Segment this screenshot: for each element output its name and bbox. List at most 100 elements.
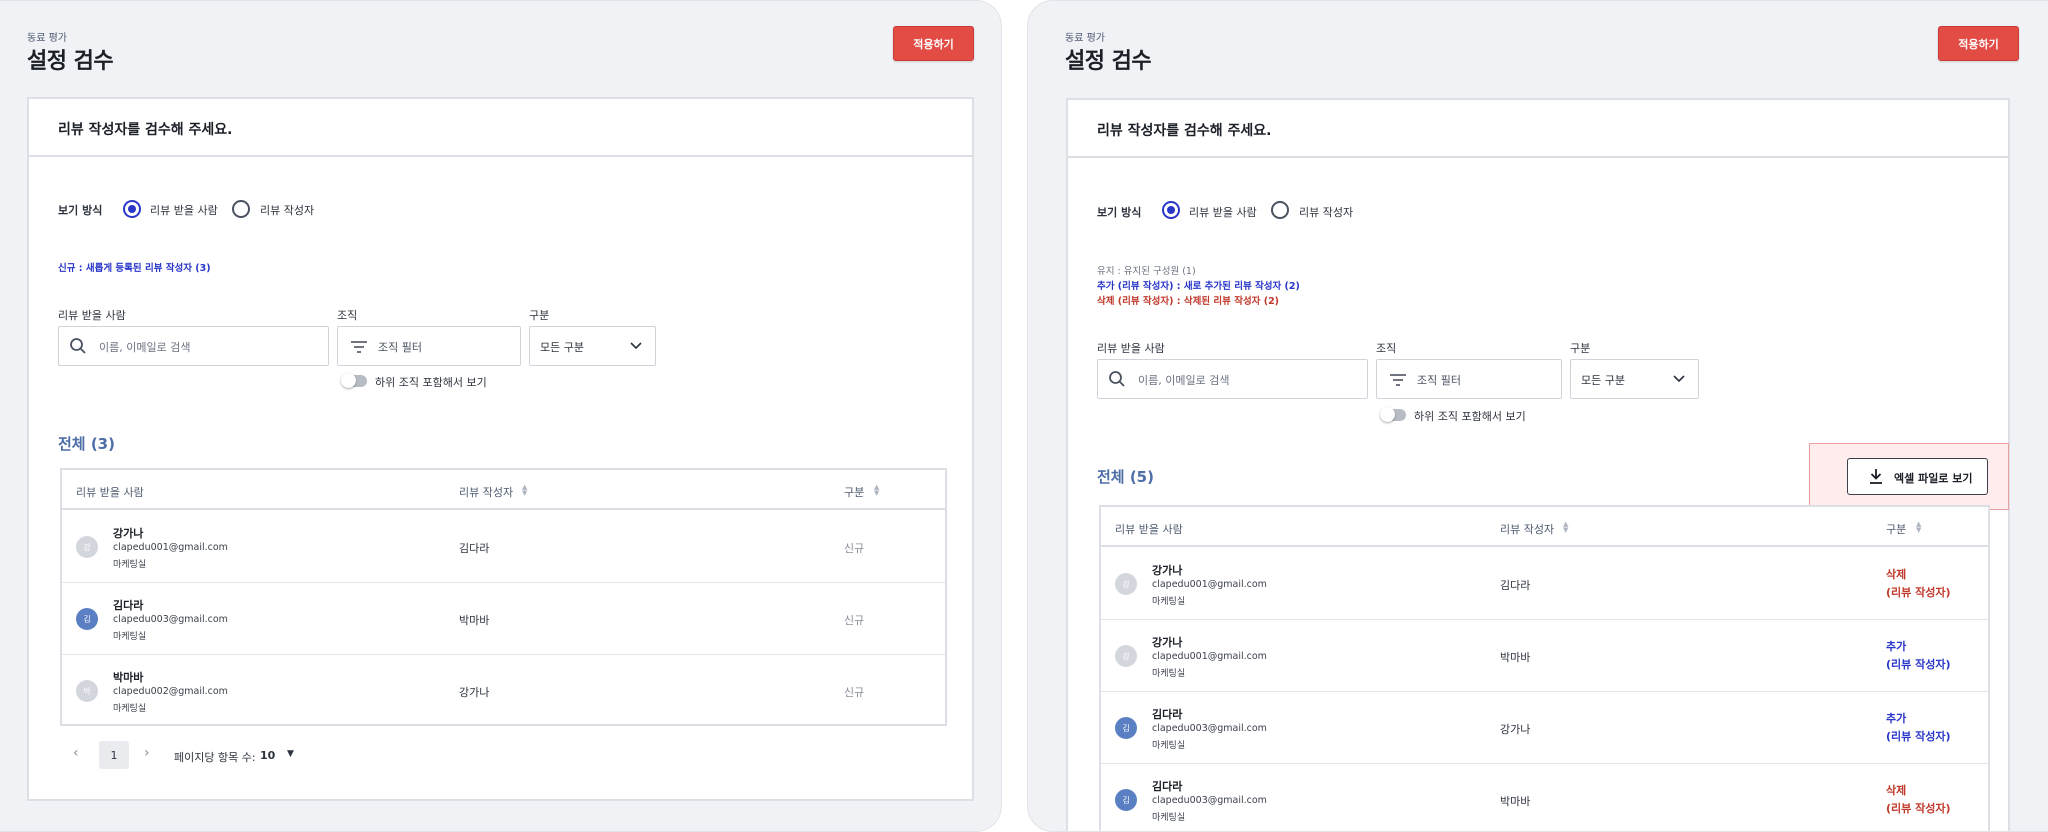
legend-note-add: 추가 (리뷰 작성자) : 새로 추가된 리뷰 작성자 (2) <box>1097 281 1300 292</box>
row-dept: 마케팅실 <box>113 560 147 570</box>
row-name: 강가나 <box>1152 564 1183 577</box>
avatar: 김 <box>76 608 98 630</box>
table-row[interactable]: 강 강가나 clapedu001@gmail.com 마케팅실 김다라 신규 <box>62 511 945 583</box>
sort-icon[interactable]: ▲ ▼ <box>874 484 879 497</box>
page-current[interactable]: 1 <box>99 741 129 769</box>
row-dept: 마케팅실 <box>1152 813 1186 823</box>
type-select-value: 모든 구분 <box>1581 374 1625 387</box>
org-filter[interactable]: 조직 필터 <box>337 326 521 366</box>
filter-type-label: 구분 <box>529 309 550 322</box>
search-placeholder: 이름, 이메일로 검색 <box>1138 374 1230 387</box>
filter-icon <box>1390 374 1406 386</box>
row-email: clapedu002@gmail.com <box>113 686 228 697</box>
search-input[interactable]: 이름, 이메일로 검색 <box>58 326 329 366</box>
radio-writer[interactable] <box>1271 201 1289 219</box>
review-table: 리뷰 받을 사람 리뷰 작성자 ▲ ▼ 구분 ▲ ▼ 강 강가나 clapedu00… <box>60 468 947 726</box>
excel-download-label: 엑셀 파일로 보기 <box>1894 472 1973 485</box>
chevron-down-icon <box>1673 375 1685 383</box>
review-card: 리뷰 작성자를 검수해 주세요. 보기 방식 리뷰 받을 사람 리뷰 작성자 신… <box>27 97 974 801</box>
table-row[interactable]: 박 박마바 clapedu002@gmail.com 마케팅실 강가나 신규 <box>62 655 945 727</box>
radio-writer-label: 리뷰 작성자 <box>1299 206 1354 219</box>
row-type-action: 삭제 <box>1886 784 1907 797</box>
sort-icon[interactable]: ▲ ▼ <box>1563 521 1568 534</box>
row-type: 신규 <box>844 686 865 699</box>
subtree-toggle-label: 하위 조직 포함해서 보기 <box>375 376 487 389</box>
filter-receiver-label: 리뷰 받을 사람 <box>1097 342 1165 355</box>
view-mode-label: 보기 방식 <box>1097 206 1142 219</box>
row-writer: 박마바 <box>1500 795 1531 808</box>
row-type-action: 추가 <box>1886 712 1907 725</box>
col-writer[interactable]: 리뷰 작성자 <box>1500 521 1554 537</box>
col-receiver: 리뷰 받을 사람 <box>1115 523 1183 536</box>
avatar: 강 <box>76 536 98 558</box>
apply-button[interactable]: 적용하기 <box>1938 26 2019 61</box>
row-type: 추가 (리뷰 작성자) <box>1886 638 1950 674</box>
review-table: 리뷰 받을 사람 리뷰 작성자 ▲ ▼ 구분 ▲ ▼ 강 강가나 clapedu00… <box>1099 505 1990 831</box>
table-header: 리뷰 받을 사람 리뷰 작성자 ▲ ▼ 구분 ▲ ▼ <box>62 470 945 510</box>
table-row[interactable]: 강 강가나 clapedu001@gmail.com 마케팅실 김다라 삭제 (리… <box>1101 548 1988 620</box>
subtree-toggle-label: 하위 조직 포함해서 보기 <box>1414 410 1526 423</box>
radio-receiver[interactable] <box>1162 201 1180 219</box>
caret-down-icon[interactable]: ▼ <box>287 749 294 759</box>
total-count: 전체 (5) <box>1097 468 1154 486</box>
row-name: 김다라 <box>1152 708 1183 721</box>
org-filter-placeholder: 조직 필터 <box>378 341 422 354</box>
per-page-value[interactable]: 10 <box>260 749 275 762</box>
sort-icon[interactable]: ▲ ▼ <box>522 484 527 497</box>
table-header: 리뷰 받을 사람 리뷰 작성자 ▲ ▼ 구분 ▲ ▼ <box>1101 507 1988 547</box>
apply-button[interactable]: 적용하기 <box>893 26 974 61</box>
sort-icon[interactable]: ▲ ▼ <box>1916 521 1921 534</box>
row-dept: 마케팅실 <box>1152 741 1186 751</box>
type-select[interactable]: 모든 구분 <box>1570 359 1699 399</box>
subtree-toggle[interactable] <box>341 373 367 388</box>
row-name: 강가나 <box>1152 636 1183 649</box>
row-email: clapedu001@gmail.com <box>113 542 228 553</box>
row-type-action: 추가 <box>1886 640 1907 653</box>
row-dept: 마케팅실 <box>1152 597 1186 607</box>
row-writer: 박마바 <box>1500 651 1531 664</box>
filter-type-label: 구분 <box>1570 342 1591 355</box>
row-email: clapedu003@gmail.com <box>113 614 228 625</box>
col-type[interactable]: 구분 <box>844 484 864 500</box>
col-writer[interactable]: 리뷰 작성자 <box>459 484 513 500</box>
radio-writer[interactable] <box>232 200 250 218</box>
type-select[interactable]: 모든 구분 <box>529 326 656 366</box>
row-type-target: (리뷰 작성자) <box>1886 730 1951 743</box>
table-row[interactable]: 김 김다라 clapedu003@gmail.com 마케팅실 박마바 신규 <box>62 583 945 655</box>
avatar: 박 <box>76 680 98 702</box>
row-type: 삭제 (리뷰 작성자) <box>1886 782 1950 818</box>
breadcrumb: 동료 평가 <box>27 33 67 44</box>
radio-receiver[interactable] <box>123 200 141 218</box>
table-row[interactable]: 강 강가나 clapedu001@gmail.com 마케팅실 박마바 추가 (리… <box>1101 620 1988 692</box>
page-title: 설정 검수 <box>27 49 114 74</box>
filter-org-label: 조직 <box>1376 342 1397 355</box>
table-row[interactable]: 김 김다라 clapedu003@gmail.com 마케팅실 박마바 삭제 (리… <box>1101 764 1988 831</box>
row-dept: 마케팅실 <box>1152 669 1186 679</box>
card-title: 리뷰 작성자를 검수해 주세요. <box>1097 123 1272 139</box>
row-type-action: 삭제 <box>1886 568 1907 581</box>
row-name: 박마바 <box>113 671 144 684</box>
avatar: 김 <box>1115 789 1137 811</box>
card-header: 리뷰 작성자를 검수해 주세요. <box>29 99 972 157</box>
row-email: clapedu001@gmail.com <box>1152 651 1267 662</box>
page-title: 설정 검수 <box>1065 49 1152 74</box>
total-count: 전체 (3) <box>58 435 115 453</box>
table-row[interactable]: 김 김다라 clapedu003@gmail.com 마케팅실 강가나 추가 (리… <box>1101 692 1988 764</box>
avatar: 강 <box>1115 645 1137 667</box>
review-card: 리뷰 작성자를 검수해 주세요. 보기 방식 리뷰 받을 사람 리뷰 작성자 유… <box>1066 98 2010 831</box>
col-type[interactable]: 구분 <box>1886 521 1906 537</box>
row-dept: 마케팅실 <box>113 632 147 642</box>
chevron-right-icon[interactable]: › <box>144 745 150 761</box>
org-filter[interactable]: 조직 필터 <box>1376 359 1562 399</box>
card-header: 리뷰 작성자를 검수해 주세요. <box>1068 100 2008 158</box>
row-writer: 강가나 <box>459 686 490 699</box>
search-input[interactable]: 이름, 이메일로 검색 <box>1097 359 1368 399</box>
subtree-toggle[interactable] <box>1380 407 1406 422</box>
col-receiver: 리뷰 받을 사람 <box>76 486 144 499</box>
filter-receiver-label: 리뷰 받을 사람 <box>58 309 126 322</box>
row-email: clapedu003@gmail.com <box>1152 723 1267 734</box>
excel-download-button[interactable]: 엑셀 파일로 보기 <box>1847 458 1988 495</box>
row-writer: 김다라 <box>459 542 490 555</box>
legend-note-keep: 유지 : 유지된 구성원 (1) <box>1097 266 1196 277</box>
chevron-left-icon[interactable]: ‹ <box>73 745 79 761</box>
